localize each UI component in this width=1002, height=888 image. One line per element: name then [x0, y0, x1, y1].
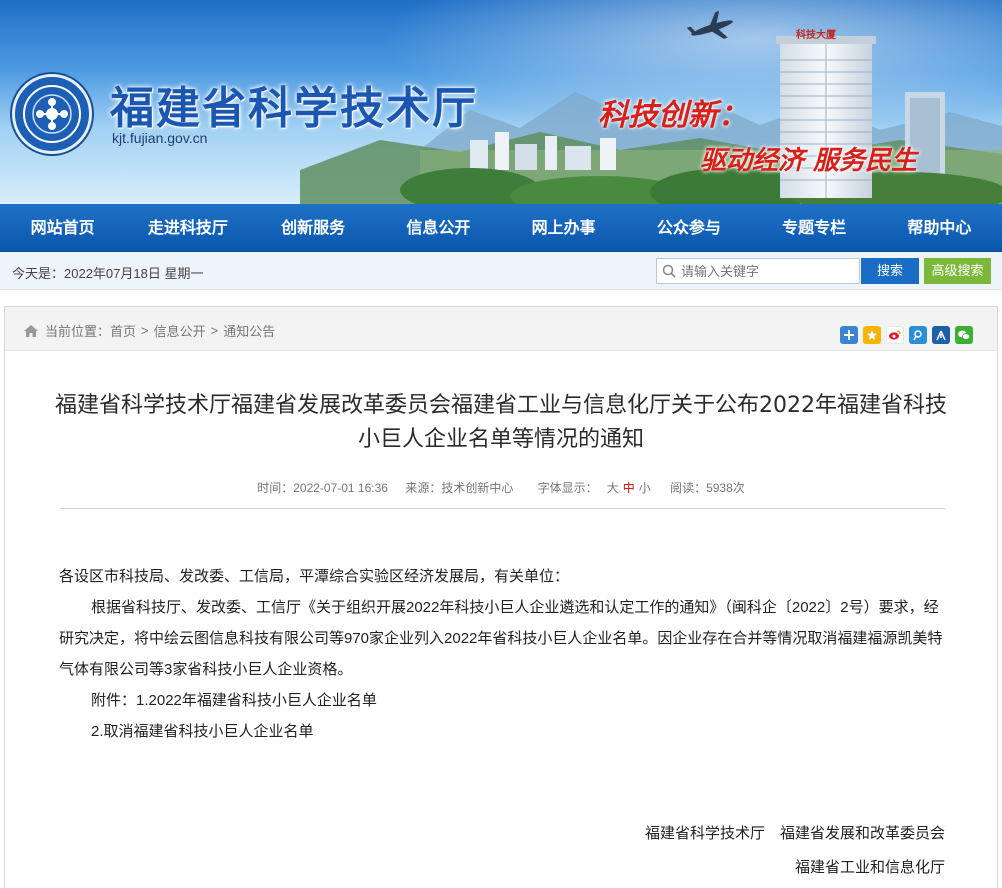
building-sign: 科技大厦 [796, 30, 836, 41]
header-banner: 科技大厦 福建省科学技术厅 kjt.fujian.gov.cn 科技创新： 驱动… [0, 0, 1002, 204]
article-source: 来源：技术创新中心 [405, 481, 514, 495]
font-size-control: 字体显示： 大中小 [531, 481, 653, 495]
article-meta: 时间：2022-07-01 16:36 来源：技术创新中心 字体显示： 大中小 阅… [5, 479, 997, 496]
article-frame: 当前位置： 首页 > 信息公开 > 通知公告 福建省科学技术厅福建省发展改革委员… [4, 306, 998, 888]
renren-icon[interactable] [932, 326, 950, 344]
main-nav: 网站首页 走进科技厅 创新服务 信息公开 网上办事 公众参与 专题专栏 帮助中心 [0, 204, 1002, 252]
breadcrumb-bar: 当前位置： 首页 > 信息公开 > 通知公告 [5, 307, 997, 351]
font-size-label: 字体显示： [537, 481, 598, 495]
breadcrumb-home[interactable]: 首页 [110, 321, 136, 340]
site-logo-emblem[interactable] [12, 74, 92, 154]
site-domain: kjt.fujian.gov.cn [112, 130, 208, 146]
breadcrumb-notices[interactable]: 通知公告 [223, 321, 275, 340]
search-icon [657, 259, 681, 283]
search-box [656, 258, 860, 284]
article-title: 福建省科学技术厅福建省发展改革委员会福建省工业与信息化厅关于公布2022年福建省… [55, 393, 947, 452]
breadcrumb-separator: > [210, 323, 219, 338]
site-title[interactable]: 福建省科学技术厅 [110, 72, 478, 136]
view-count: 阅读：5938次 [670, 481, 745, 495]
signer-line-1: 福建省科学技术厅 福建省发展和改革委员会 [644, 825, 945, 842]
attachment-1-link[interactable]: 附件：1.2022年福建省科技小巨人企业名单 [59, 685, 949, 716]
share-toolbar [840, 326, 973, 344]
breadcrumb-prefix: 当前位置： [45, 324, 111, 339]
font-size-medium[interactable]: 中 [623, 481, 635, 495]
nav-item-home[interactable]: 网站首页 [0, 204, 125, 251]
nav-item-public-participation[interactable]: 公众参与 [626, 204, 751, 251]
weibo-icon[interactable] [886, 326, 904, 344]
current-date: 今天是：2022年07月18日 星期一 [12, 266, 204, 281]
signer-line-2: 福建省工业和信息化厅 [794, 859, 945, 876]
font-size-large[interactable]: 大 [607, 481, 619, 495]
nav-item-about[interactable]: 走进科技厅 [125, 204, 250, 251]
salutation: 各设区市科技局、发改委、工信局，平潭综合实验区经济发展局，有关单位： [59, 568, 570, 585]
plus-share-icon[interactable] [840, 326, 858, 344]
title-divider [60, 508, 945, 509]
emblem-icon [23, 85, 81, 143]
wechat-icon[interactable] [955, 326, 973, 344]
breadcrumb-info-disclosure[interactable]: 信息公开 [154, 321, 206, 340]
search-input[interactable] [681, 260, 851, 282]
info-bar: 今天是：2022年07月18日 星期一 搜索 高级搜索 [0, 252, 1002, 290]
nav-item-online-services[interactable]: 网上办事 [501, 204, 626, 251]
nav-item-help-center[interactable]: 帮助中心 [877, 204, 1002, 251]
advanced-search-button[interactable]: 高级搜索 [924, 258, 991, 284]
home-icon [23, 324, 39, 338]
nav-item-information-disclosure[interactable]: 信息公开 [376, 204, 501, 251]
signature-block: 福建省科学技术厅 福建省发展和改革委员会 福建省工业和信息化厅 [645, 817, 945, 885]
slogan-line-2: 驱动经济 服务民生 [700, 146, 918, 176]
slogan-line-1: 科技创新： [598, 98, 748, 133]
nav-item-special-topics[interactable]: 专题专栏 [752, 204, 877, 251]
article-body: 各设区市科技局、发改委、工信局，平潭综合实验区经济发展局，有关单位： 根据省科技… [59, 561, 949, 747]
tencent-weibo-icon[interactable] [909, 326, 927, 344]
body-paragraph: 根据省科技厅、发改委、工信厅《关于组织开展2022年科技小巨人企业遴选和认定工作… [59, 599, 943, 678]
publish-time: 时间：2022-07-01 16:36 [257, 481, 388, 495]
nav-item-innovation-services[interactable]: 创新服务 [251, 204, 376, 251]
breadcrumb-separator: > [141, 323, 149, 338]
qzone-icon[interactable] [863, 326, 881, 344]
font-size-small[interactable]: 小 [639, 481, 651, 495]
search-button[interactable]: 搜索 [861, 258, 919, 284]
attachment-2-link[interactable]: 2.取消福建省科技小巨人企业名单 [59, 716, 949, 747]
breadcrumb: 当前位置： 首页 > 信息公开 > 通知公告 [23, 321, 275, 340]
